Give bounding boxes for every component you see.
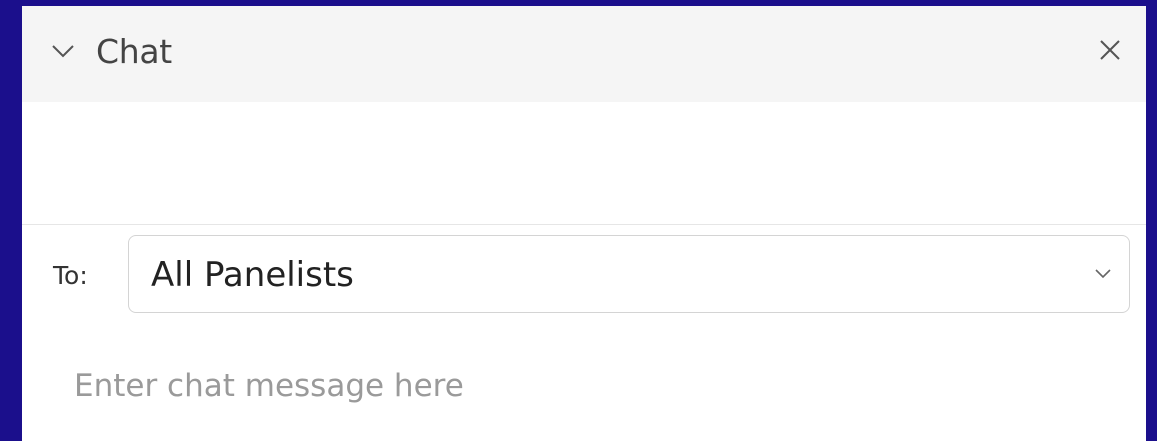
recipient-select[interactable]: All Panelists <box>128 235 1130 313</box>
recipient-selected-value: All Panelists <box>151 255 354 295</box>
close-button[interactable] <box>1094 34 1126 66</box>
window-frame: Chat To: All Panelists <box>0 0 1157 441</box>
chat-header: Chat <box>22 6 1146 102</box>
panel-title: Chat <box>96 32 172 71</box>
chevron-down-icon <box>52 45 74 58</box>
chat-panel: Chat To: All Panelists <box>22 6 1146 441</box>
message-list <box>22 102 1146 224</box>
chat-message-input[interactable] <box>60 356 1120 416</box>
chevron-down-icon <box>1095 269 1111 279</box>
close-icon <box>1100 40 1120 60</box>
divider <box>22 224 1146 225</box>
dropdown-chevron <box>1091 262 1115 286</box>
collapse-button[interactable] <box>48 36 78 66</box>
recipient-label: To: <box>53 261 88 290</box>
